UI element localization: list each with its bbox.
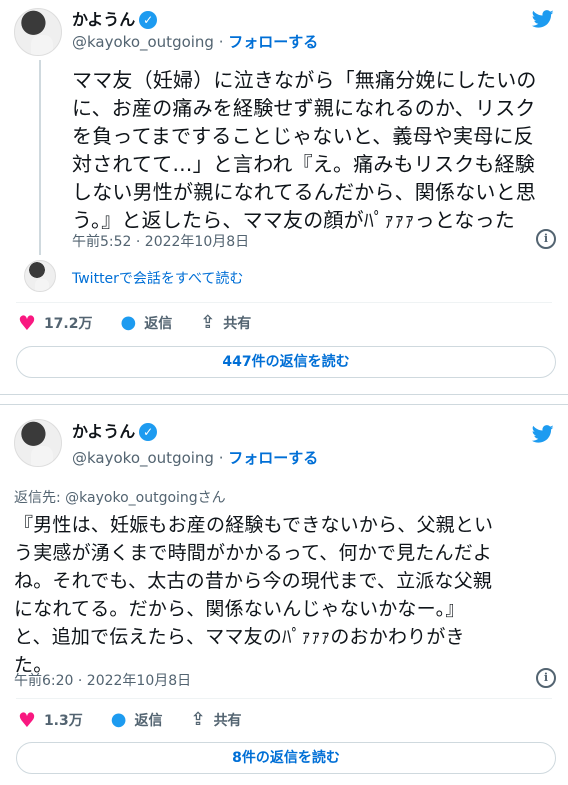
like-button[interactable]: ♥ 1.3万: [18, 710, 83, 730]
share-icon: ⇪: [200, 312, 216, 333]
timestamp[interactable]: 午前6:20 · 2022年10月8日: [14, 670, 191, 690]
tweet-text: ママ友（妊婦）に泣きながら「無痛分娩にしたいの に、お産の痛みを経験せず親になれ…: [72, 68, 537, 232]
author-handle[interactable]: @kayoko_outgoing: [72, 449, 214, 467]
read-replies-button[interactable]: 8件の返信を読む: [16, 742, 556, 774]
twitter-bird-icon[interactable]: [530, 423, 556, 445]
tweet-card: かようん ✓ @kayoko_outgoing · フォローする ママ友（妊婦）…: [0, 0, 568, 395]
reply-button[interactable]: ● 返信: [111, 710, 163, 730]
divider: [16, 302, 552, 303]
like-button[interactable]: ♥ 17.2万: [18, 313, 92, 333]
tweet-text: 『男性は、妊娠もお産の経験もできないから、父親とい う実感が湧くまで時間がかかる…: [14, 514, 494, 676]
author-name-text[interactable]: かようん: [72, 10, 135, 30]
avatar[interactable]: [14, 419, 62, 467]
heart-icon: ♥: [18, 311, 36, 335]
reply-label: 返信: [144, 316, 173, 332]
action-bar: ♥ 1.3万 ● 返信 ⇪ 共有: [18, 710, 270, 730]
separator: ·: [213, 449, 229, 467]
share-icon: ⇪: [190, 709, 206, 730]
share-button[interactable]: ⇪ 共有: [200, 313, 251, 333]
reply-label: 返信: [134, 713, 163, 729]
reply-to-handle[interactable]: @kayoko_outgoingさん: [65, 490, 226, 506]
read-conversation-link[interactable]: Twitterで会話をすべて読む: [72, 268, 243, 288]
author-handle[interactable]: @kayoko_outgoing: [72, 33, 214, 51]
info-icon[interactable]: i: [536, 668, 556, 688]
reply-bubble-icon: ●: [120, 312, 137, 333]
heart-icon: ♥: [18, 708, 36, 732]
timestamp[interactable]: 午前5:52 · 2022年10月8日: [72, 231, 249, 251]
separator: ·: [213, 33, 229, 51]
info-icon[interactable]: i: [536, 229, 556, 249]
author-name[interactable]: かようん ✓: [72, 10, 158, 30]
read-replies-button[interactable]: 447件の返信を読む: [16, 346, 556, 378]
divider: [16, 698, 552, 699]
like-count: 17.2万: [43, 316, 93, 332]
follow-button[interactable]: フォローする: [228, 449, 318, 467]
author-name-text[interactable]: かようん: [72, 422, 135, 442]
author-handle-line: @kayoko_outgoing · フォローする: [72, 448, 318, 468]
reply-to-line: 返信先: @kayoko_outgoingさん: [14, 487, 226, 507]
author-name[interactable]: かようん ✓: [72, 422, 158, 442]
avatar[interactable]: [14, 8, 62, 56]
verified-badge-icon: ✓: [139, 423, 158, 441]
reply-button[interactable]: ● 返信: [120, 313, 172, 333]
share-label: 共有: [213, 713, 242, 729]
follow-button[interactable]: フォローする: [228, 33, 318, 51]
like-count: 1.3万: [43, 713, 83, 729]
share-button[interactable]: ⇪ 共有: [190, 710, 241, 730]
thread-line: [39, 60, 41, 255]
verified-badge-icon: ✓: [139, 11, 158, 29]
author-handle-line: @kayoko_outgoing · フォローする: [72, 32, 318, 52]
tweet-card: かようん ✓ @kayoko_outgoing · フォローする 返信先: @k…: [0, 404, 568, 785]
action-bar: ♥ 17.2万 ● 返信 ⇪ 共有: [18, 313, 279, 333]
reply-bubble-icon: ●: [110, 709, 127, 730]
reply-to-label: 返信先:: [14, 490, 66, 506]
share-label: 共有: [223, 316, 252, 332]
conversation-avatar[interactable]: [24, 260, 56, 292]
twitter-bird-icon[interactable]: [530, 8, 556, 30]
